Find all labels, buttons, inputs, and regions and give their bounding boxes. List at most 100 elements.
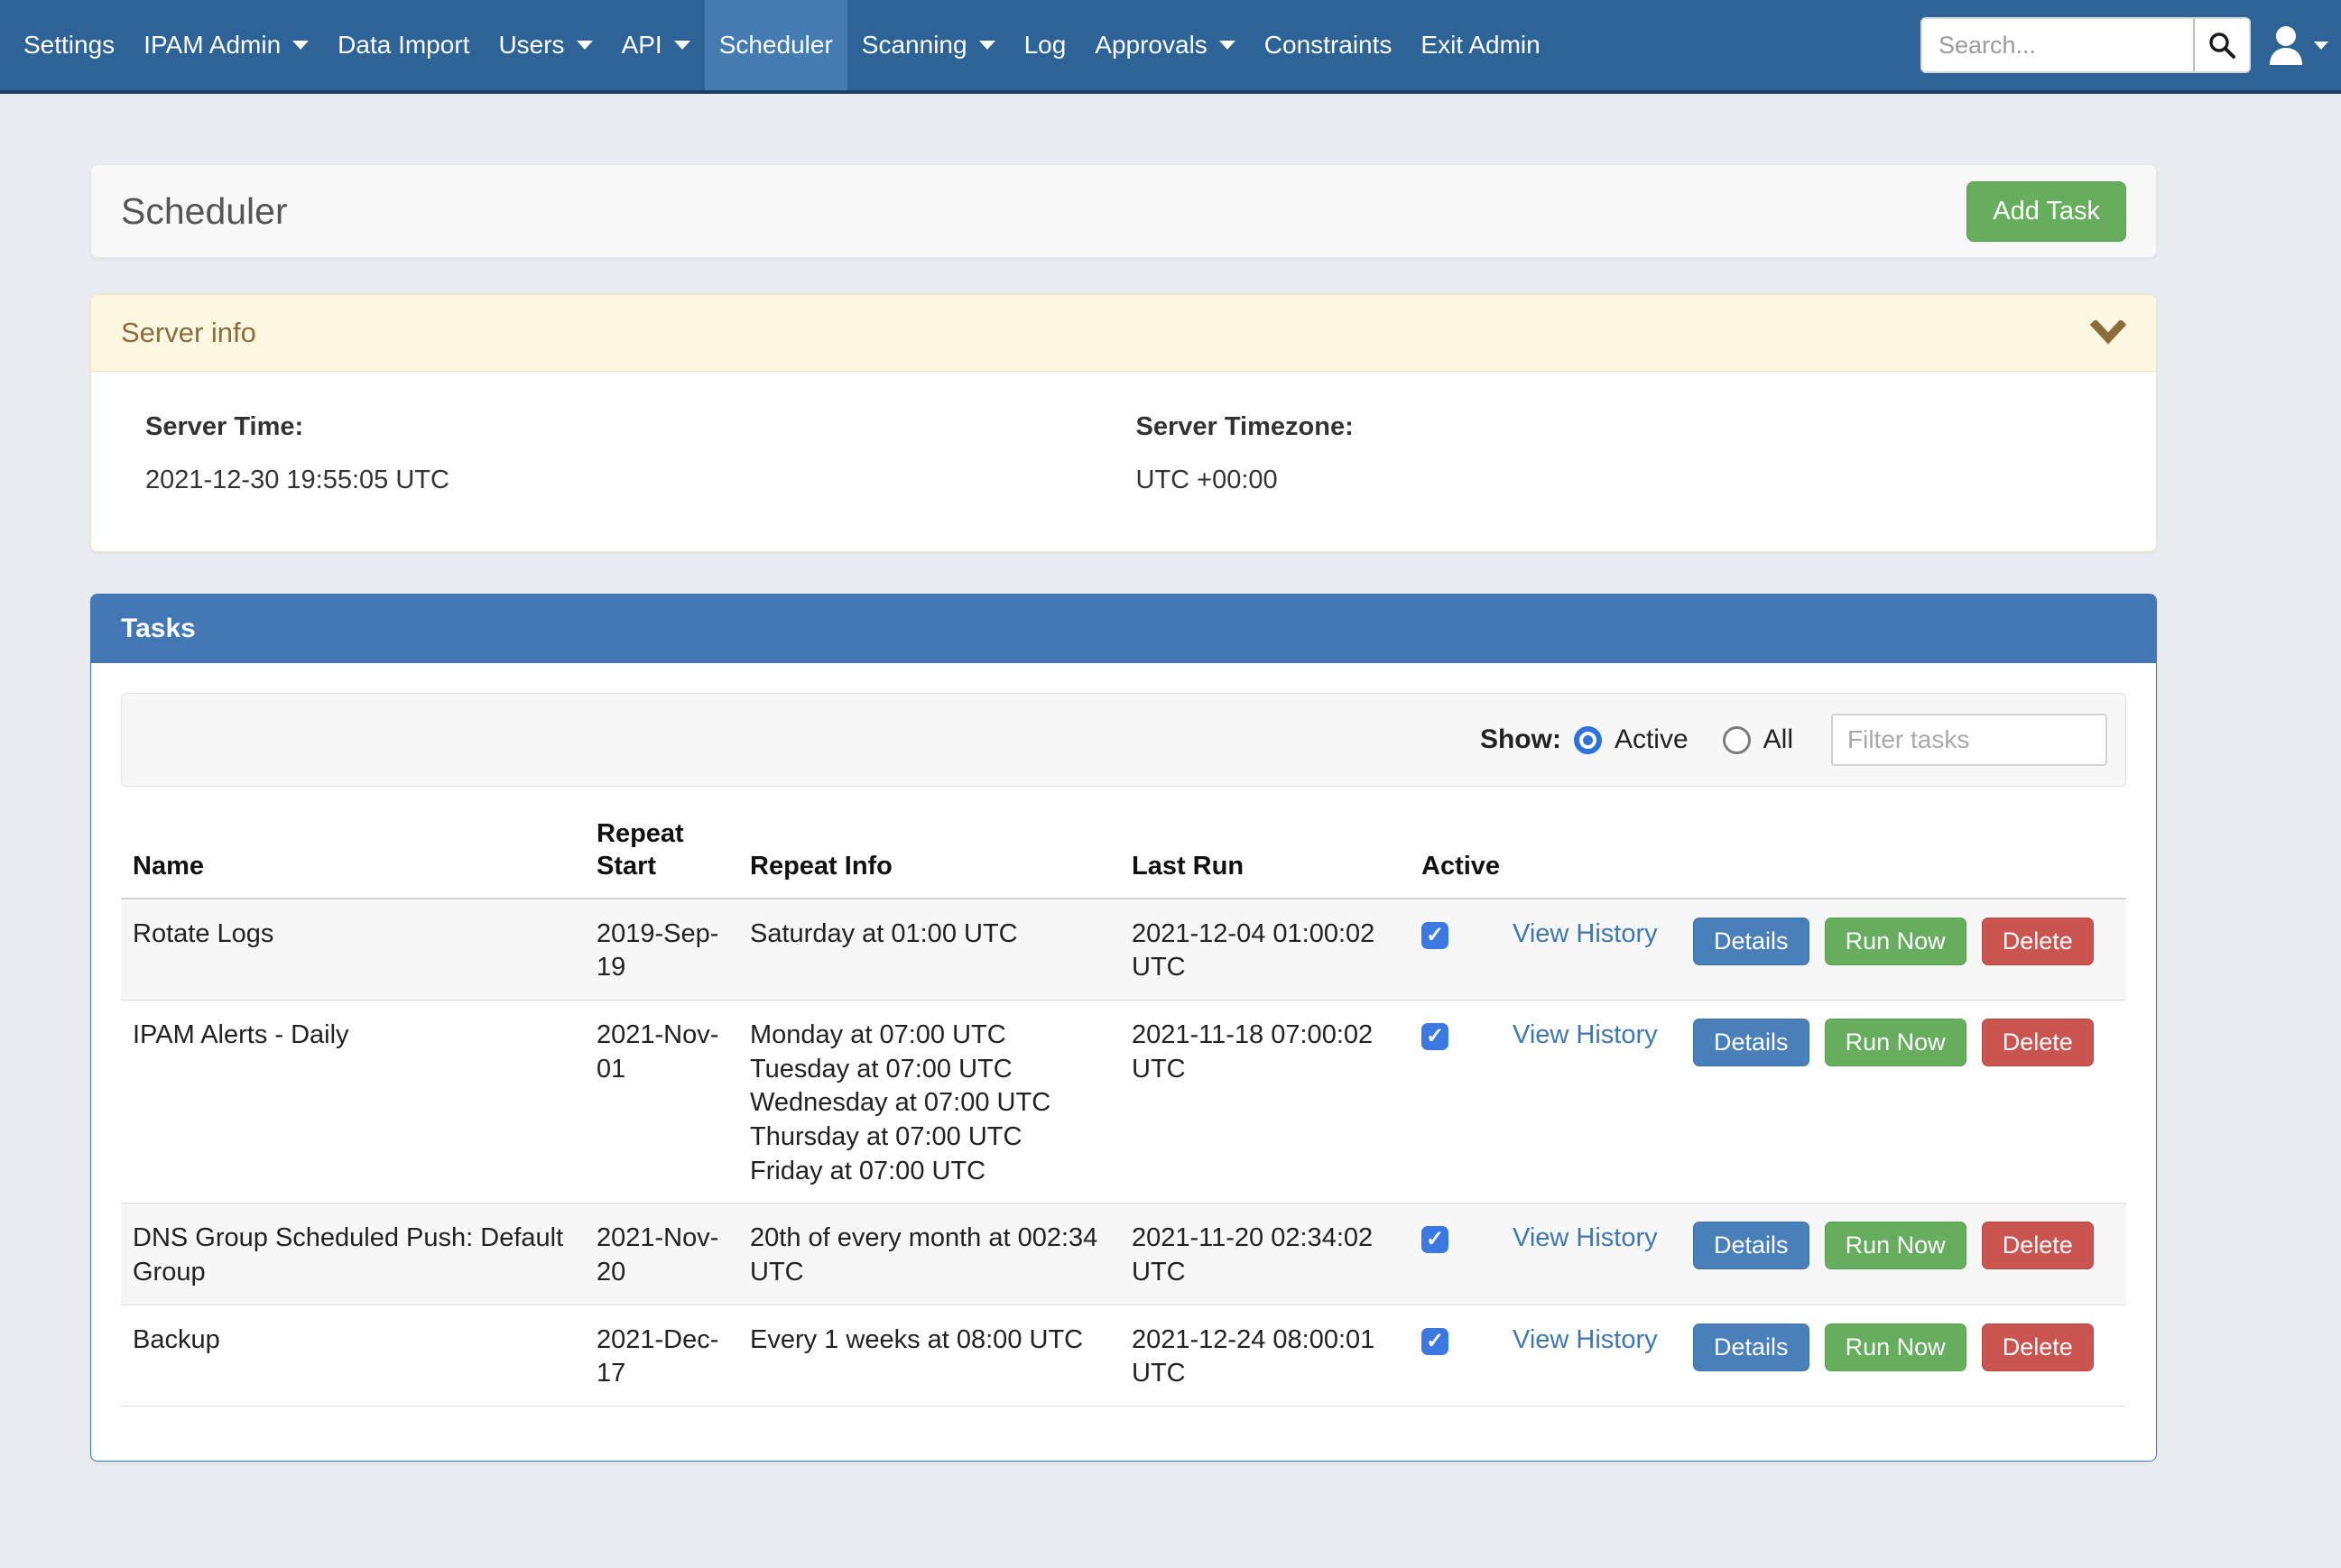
run-now-button[interactable]: Run Now [1825,1019,1966,1066]
active-checkbox[interactable] [1421,922,1448,949]
nav-item-label: Users [498,31,564,60]
column-header-name: Name [121,817,585,899]
chevron-down-icon[interactable] [2090,320,2126,346]
nav-item-settings[interactable]: Settings [9,0,129,90]
nav-item-label: Log [1024,31,1067,60]
caret-down-icon [674,41,690,50]
server-info-body: Server Time: 2021-12-30 19:55:05 UTC Ser… [91,372,2156,551]
task-last-run-cell: 2021-11-20 02:34:02 UTC [1120,1204,1410,1305]
show-active-option[interactable]: Active [1574,724,1689,755]
nav-item-label: Scanning [862,31,967,60]
tasks-panel-body: Show: Active All Name [91,663,2156,1461]
server-info-heading[interactable]: Server info [91,295,2156,372]
nav-item-scanning[interactable]: Scanning [847,0,1010,90]
server-time-block: Server Time: 2021-12-30 19:55:05 UTC [145,412,1136,495]
nav-item-approvals[interactable]: Approvals [1080,0,1250,90]
task-repeat-info-cell: Every 1 weeks at 08:00 UTC [738,1305,1120,1406]
task-name-cell: DNS Group Scheduled Push: Default Group [121,1204,585,1305]
run-now-button[interactable]: Run Now [1825,918,1966,965]
nav-items: Settings IPAM Admin Data Import Users APISch… [9,0,1555,90]
task-history-cell: View History [1501,899,1681,1001]
delete-button[interactable]: Delete [1982,1324,2094,1371]
nav-item-ipam-admin[interactable]: IPAM Admin [129,0,323,90]
active-checkbox[interactable] [1421,1226,1448,1253]
view-history-link[interactable]: View History [1513,1020,1658,1049]
nav-item-scheduler[interactable]: Scheduler [705,0,847,90]
tasks-panel: Tasks Show: Active All [90,594,2157,1462]
task-repeat-start-cell: 2021-Dec-17 [585,1305,738,1406]
task-repeat-start-cell: 2021-Nov-01 [585,1000,738,1203]
run-now-button[interactable]: Run Now [1825,1324,1966,1371]
nav-item-data-import[interactable]: Data Import [323,0,484,90]
task-actions-cell: Details Run Now Delete [1681,899,2126,1001]
nav-item-label: Approvals [1095,31,1208,60]
add-task-button[interactable]: Add Task [1966,181,2126,242]
delete-button[interactable]: Delete [1982,918,2094,965]
details-button[interactable]: Details [1693,1019,1809,1066]
nav-item-label: IPAM Admin [143,31,281,60]
show-all-option[interactable]: All [1723,724,1793,755]
task-repeat-info-cell: Saturday at 01:00 UTC [738,899,1120,1001]
column-header-last-run: Last Run [1120,817,1410,899]
nav-item-users[interactable]: Users [484,0,606,90]
search-input[interactable] [1922,19,2193,71]
nav-item-api[interactable]: API [607,0,705,90]
task-actions-cell: Details Run Now Delete [1681,1204,2126,1305]
active-checkbox[interactable] [1421,1023,1448,1050]
page-title: Scheduler [121,190,288,233]
nav-item-log[interactable]: Log [1010,0,1081,90]
table-row: Rotate Logs 2019-Sep-19 Saturday at 01:0… [121,899,2126,1001]
task-name-cell: IPAM Alerts - Daily [121,1000,585,1203]
task-actions-cell: Details Run Now Delete [1681,1000,2126,1203]
nav-item-label: Data Import [338,31,469,60]
radio-active-label: Active [1615,724,1689,755]
task-active-cell [1410,1204,1501,1305]
server-info-title: Server info [121,317,256,349]
task-last-run-cell: 2021-12-24 08:00:01 UTC [1120,1305,1410,1406]
repeat-info-line: Wednesday at 07:00 UTC [750,1086,1108,1121]
nav-item-label: Settings [23,31,115,60]
user-menu[interactable] [2267,24,2328,66]
tasks-table-header-row: Name Repeat Start Repeat Info Last Run A… [121,817,2126,899]
view-history-link[interactable]: View History [1513,1223,1658,1252]
caret-down-icon [979,41,995,50]
delete-button[interactable]: Delete [1982,1222,2094,1269]
filter-tasks-input[interactable] [1831,714,2107,766]
radio-all[interactable] [1723,726,1751,754]
column-header-actions [1681,817,2126,899]
details-button[interactable]: Details [1693,918,1809,965]
column-header-repeat-info: Repeat Info [738,817,1120,899]
nav-item-constraints[interactable]: Constraints [1250,0,1407,90]
repeat-info-line: Friday at 07:00 UTC [750,1155,1108,1189]
table-row: DNS Group Scheduled Push: Default Group … [121,1204,2126,1305]
details-button[interactable]: Details [1693,1222,1809,1269]
view-history-link[interactable]: View History [1513,919,1658,948]
run-now-button[interactable]: Run Now [1825,1222,1966,1269]
column-header-history [1501,817,1681,899]
navbar-right [1920,0,2328,90]
task-history-cell: View History [1501,1305,1681,1406]
task-active-cell [1410,1305,1501,1406]
nav-item-exit-admin[interactable]: Exit Admin [1406,0,1554,90]
column-header-repeat-start: Repeat Start [585,817,738,899]
page-header-panel: Scheduler Add Task [90,164,2157,258]
search-icon [2207,31,2236,60]
active-checkbox[interactable] [1421,1328,1448,1355]
tasks-filter-bar: Show: Active All [121,693,2126,787]
task-name-cell: Rotate Logs [121,899,585,1001]
view-history-link[interactable]: View History [1513,1325,1658,1354]
caret-down-icon [2314,42,2328,50]
repeat-info-line: Saturday at 01:00 UTC [750,918,1108,952]
task-repeat-start-cell: 2019-Sep-19 [585,899,738,1001]
repeat-info-line: Monday at 07:00 UTC [750,1019,1108,1053]
task-history-cell: View History [1501,1204,1681,1305]
delete-button[interactable]: Delete [1982,1019,2094,1066]
task-last-run-cell: 2021-12-04 01:00:02 UTC [1120,899,1410,1001]
top-navbar: Settings IPAM Admin Data Import Users APISch… [0,0,2341,94]
task-active-cell [1410,899,1501,1001]
search-button[interactable] [2193,19,2249,71]
task-name-cell: Backup [121,1305,585,1406]
task-active-cell [1410,1000,1501,1203]
details-button[interactable]: Details [1693,1324,1809,1371]
radio-active[interactable] [1574,726,1602,754]
